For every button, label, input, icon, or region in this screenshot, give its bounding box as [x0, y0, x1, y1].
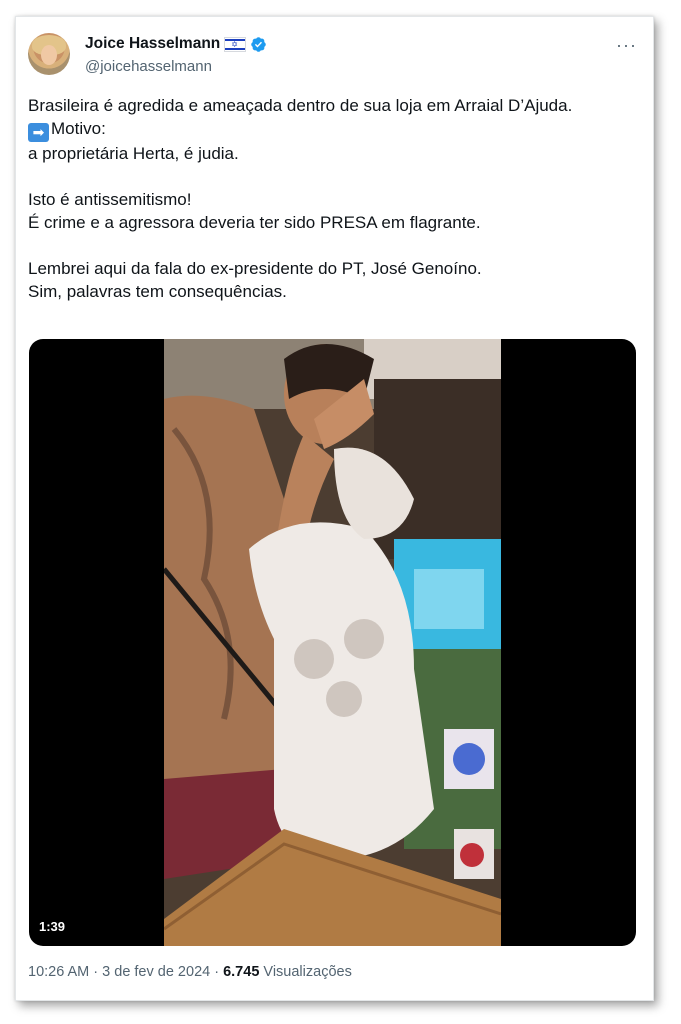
- video-still-image: [164, 339, 501, 946]
- text-line-4: Isto é antissemitismo!: [28, 190, 192, 209]
- text-line-7: Sim, palavras tem consequências.: [28, 282, 287, 301]
- tweet-header: Joice Hasselmann ✡ @joicehasselmann ···: [16, 17, 653, 87]
- author-name-row: Joice Hasselmann ✡: [85, 35, 267, 53]
- avatar[interactable]: [28, 33, 70, 75]
- verified-badge-icon[interactable]: [250, 36, 267, 53]
- text-line-6: Lembrei aqui da fala do ex-presidente do…: [28, 259, 482, 278]
- author-handle[interactable]: @joicehasselmann: [85, 58, 212, 75]
- more-options-icon[interactable]: ···: [616, 35, 637, 56]
- views-label: Visualizações: [263, 964, 352, 980]
- tweet-footer: 10:26 AM · 3 de fev de 2024 · 6.745 Visu…: [28, 964, 352, 980]
- text-line-1: Brasileira é agredida e ameaçada dentro …: [28, 96, 573, 115]
- israel-flag-icon: ✡: [224, 36, 247, 52]
- separator-dot: ·: [214, 964, 224, 980]
- tweet-text: Brasileira é agredida e ameaçada dentro …: [28, 94, 640, 303]
- video-duration: 1:39: [39, 919, 66, 934]
- tweet-date[interactable]: 3 de fev de 2024: [102, 964, 210, 980]
- text-line-2: Motivo:: [51, 119, 106, 138]
- author-name[interactable]: Joice Hasselmann: [85, 35, 220, 53]
- right-arrow-emoji-icon: ➡: [28, 123, 49, 142]
- views-count: 6.745: [223, 964, 260, 980]
- text-line-3: a proprietária Herta, é judia.: [28, 144, 239, 163]
- tweet-card: Joice Hasselmann ✡ @joicehasselmann ··· …: [15, 16, 654, 1001]
- video-player[interactable]: 1:39: [29, 339, 636, 946]
- separator-dot: ·: [93, 964, 103, 980]
- text-line-5: É crime e a agressora deveria ter sido P…: [28, 213, 481, 232]
- video-frame[interactable]: [164, 339, 501, 946]
- tweet-time[interactable]: 10:26 AM: [28, 964, 89, 980]
